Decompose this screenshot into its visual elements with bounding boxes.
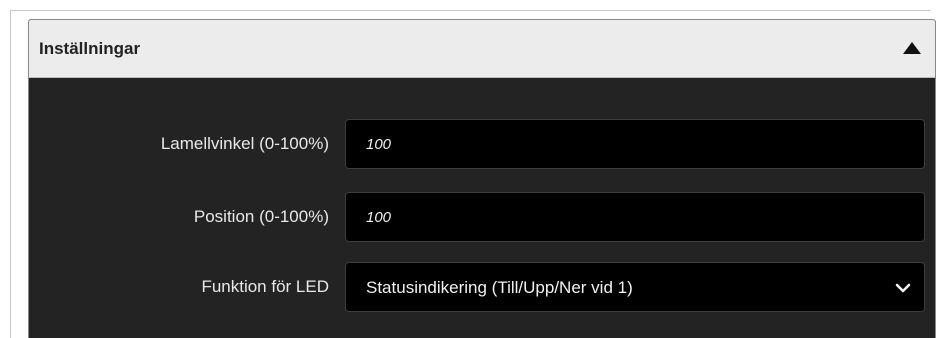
- led-function-label: Funktion för LED: [201, 277, 329, 296]
- row-position: Position (0-100%): [29, 192, 935, 242]
- settings-panel-header[interactable]: Inställningar: [29, 20, 935, 78]
- settings-panel: Inställningar Lamellvinkel (0-100%) Posi…: [28, 19, 936, 338]
- led-function-selected-value: Statusindikering (Till/Upp/Ner vid 1): [366, 278, 633, 297]
- chevron-down-icon: [895, 283, 911, 293]
- row-slat-angle: Lamellvinkel (0-100%): [29, 119, 935, 169]
- page: Inställningar Lamellvinkel (0-100%) Posi…: [0, 0, 940, 338]
- slat-angle-label: Lamellvinkel (0-100%): [160, 134, 329, 153]
- panel-title: Inställningar: [39, 39, 141, 58]
- row-led-function: Funktion för LED Statusindikering (Till/…: [29, 262, 935, 312]
- position-label: Position (0-100%): [193, 207, 329, 226]
- position-input[interactable]: [345, 192, 925, 242]
- slat-angle-input[interactable]: [345, 119, 925, 169]
- triangle-up-icon[interactable]: [903, 42, 921, 54]
- led-function-select[interactable]: Statusindikering (Till/Upp/Ner vid 1): [345, 262, 925, 312]
